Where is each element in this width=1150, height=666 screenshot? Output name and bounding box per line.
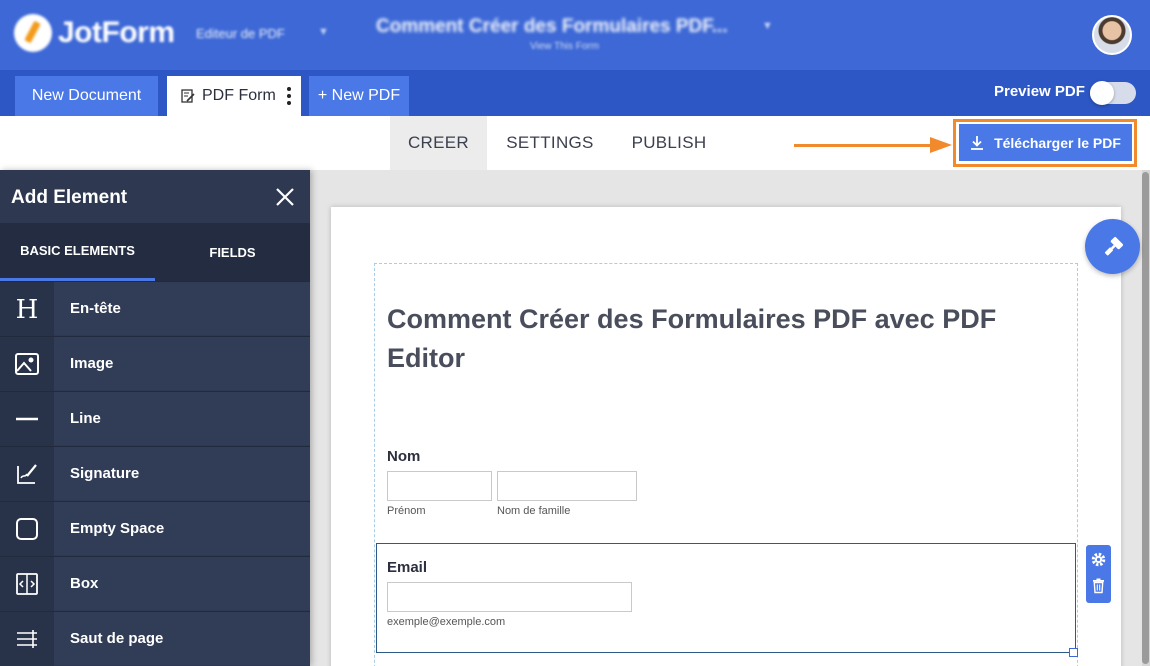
edit-document-icon [181, 89, 195, 103]
element-line[interactable]: Line [0, 391, 310, 446]
paint-roller-icon [1104, 236, 1123, 255]
svg-text:H: H [16, 296, 39, 322]
element-empty-space[interactable]: Empty Space [0, 501, 310, 556]
last-name-input[interactable] [497, 471, 637, 501]
tab-basic-elements[interactable]: BASIC ELEMENTS [0, 223, 155, 281]
element-page-break[interactable]: Saut de page [0, 611, 310, 666]
email-input[interactable] [387, 582, 632, 612]
box-icon [16, 572, 38, 595]
jotform-logo[interactable]: JotForm [14, 14, 175, 52]
document-title[interactable]: Comment Créer des Formulaires PDF... [376, 16, 728, 38]
element-label: Empty Space [70, 520, 165, 537]
element-label: Box [70, 575, 99, 592]
scrollbar-thumb[interactable] [1142, 172, 1149, 664]
view-form-link[interactable]: View This Form [530, 41, 599, 52]
download-icon [971, 136, 984, 150]
element-label: Line [70, 410, 101, 427]
tab-pdf-form[interactable]: PDF Form [167, 76, 301, 116]
first-name-sublabel: Prénom [387, 505, 426, 517]
element-label: En-tête [70, 300, 121, 317]
download-pdf-label: Télécharger le PDF [994, 134, 1121, 151]
element-image[interactable]: Image [0, 336, 310, 391]
document-tab-bar: New Document PDF Form + New PDF Preview … [0, 70, 1150, 116]
jotform-logo-icon [14, 14, 52, 52]
element-box[interactable]: Box [0, 556, 310, 611]
tab-publish[interactable]: PUBLISH [620, 116, 718, 170]
element-label: Saut de page [70, 630, 164, 647]
form-designer-button[interactable] [1085, 219, 1140, 274]
annotation-arrow [794, 144, 934, 147]
email-sublabel: exemple@exemple.com [387, 616, 506, 628]
download-pdf-button[interactable]: Télécharger le PDF [959, 124, 1132, 161]
element-signature[interactable]: Signature [0, 446, 310, 501]
line-icon [16, 417, 38, 420]
element-label: Image [70, 355, 114, 372]
gear-icon[interactable] [1090, 551, 1107, 568]
resize-handle[interactable] [1069, 648, 1078, 657]
image-icon [15, 352, 39, 375]
first-name-input[interactable] [387, 471, 492, 501]
preview-pdf-toggle[interactable] [1090, 81, 1136, 105]
element-label: Signature [70, 465, 140, 482]
close-icon[interactable] [274, 186, 296, 208]
form-heading[interactable]: Comment Créer des Formulaires PDF avec P… [387, 300, 1047, 378]
field-tools [1086, 545, 1111, 603]
page-break-icon [17, 629, 37, 648]
more-options-icon[interactable] [287, 87, 291, 108]
panel-tabs: BASIC ELEMENTS FIELDS [0, 223, 310, 281]
new-pdf-button[interactable]: + New PDF [309, 76, 409, 116]
chevron-down-icon[interactable]: ▼ [762, 20, 773, 32]
annotation-arrow-head [930, 137, 952, 153]
panel-title: Add Element [11, 187, 128, 208]
preview-pdf-label: Preview PDF [994, 83, 1085, 100]
panel-header: Add Element [0, 170, 310, 223]
top-header: JotForm Editeur de PDF ▼ Comment Créer d… [0, 0, 1150, 70]
tab-new-document[interactable]: New Document [15, 76, 158, 116]
last-name-sublabel: Nom de famille [497, 505, 571, 517]
name-field-label: Nom [387, 448, 421, 465]
empty-space-icon [16, 517, 38, 540]
signature-icon [17, 463, 37, 484]
logo-text: JotForm [58, 16, 175, 49]
chevron-down-icon[interactable]: ▼ [318, 26, 329, 38]
toggle-knob [1090, 81, 1114, 105]
email-field-label: Email [387, 559, 428, 576]
user-avatar[interactable] [1092, 15, 1132, 55]
element-heading[interactable]: H En-tête [0, 281, 310, 336]
tab-fields[interactable]: FIELDS [155, 223, 310, 281]
trash-icon[interactable] [1090, 577, 1107, 594]
tab-creer[interactable]: CREER [390, 116, 487, 170]
tab-pdf-form-label: PDF Form [202, 87, 276, 104]
heading-icon: H [16, 296, 39, 322]
add-element-panel: Add Element BASIC ELEMENTS FIELDS H En-t… [0, 170, 310, 666]
editor-name[interactable]: Editeur de PDF [196, 26, 285, 41]
tab-settings[interactable]: SETTINGS [494, 116, 606, 170]
